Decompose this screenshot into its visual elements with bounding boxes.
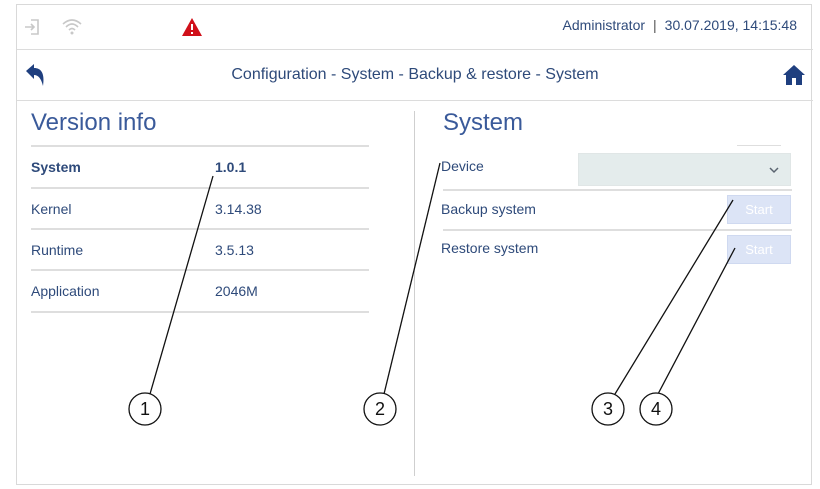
callout-number-3: 3: [603, 399, 613, 419]
callout-overlay: 1 2 3 4: [128, 162, 736, 426]
callout-line-1: [149, 175, 214, 395]
callout-line-4: [657, 247, 736, 395]
callout-number-2: 2: [375, 399, 385, 419]
callout-number-1: 1: [140, 399, 150, 419]
callout-line-2: [383, 162, 441, 395]
callout-number-4: 4: [651, 399, 661, 419]
